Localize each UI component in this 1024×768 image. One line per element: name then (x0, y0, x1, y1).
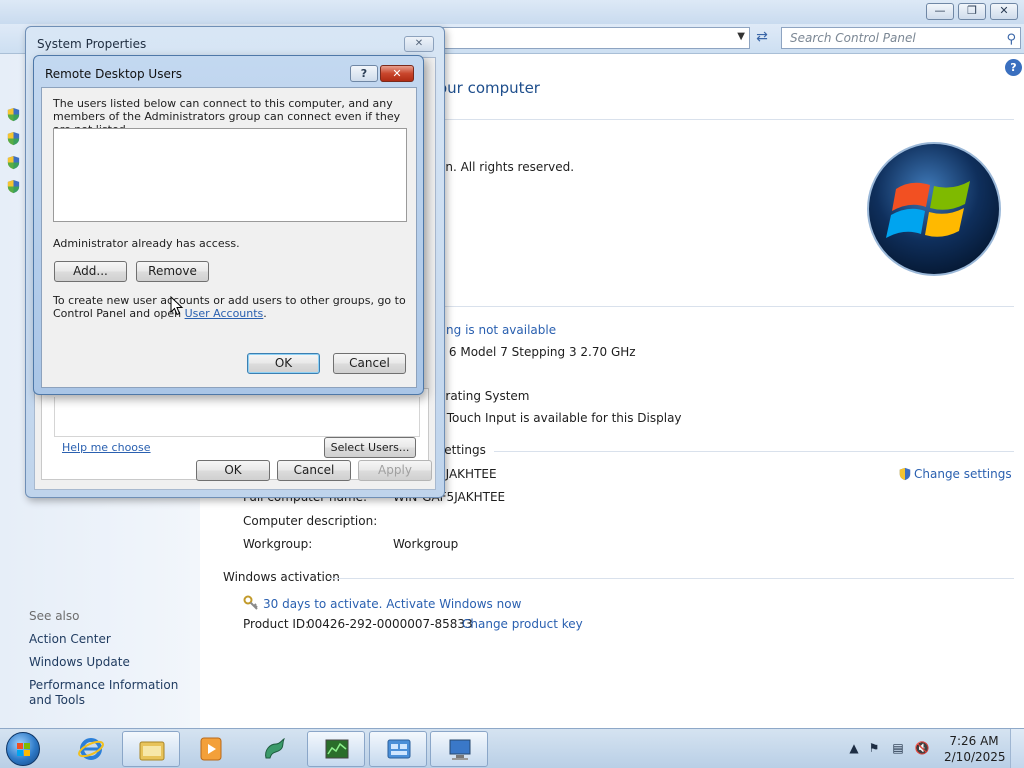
see-also-performance[interactable]: Performance Information and Tools (29, 678, 194, 708)
pen-touch-value: r Touch Input is available for this Disp… (438, 411, 682, 425)
change-settings-link[interactable]: Change settings (898, 467, 1012, 481)
clock-date[interactable]: 2/10/2025 (944, 750, 1006, 764)
close-button[interactable]: ✕ (990, 3, 1018, 20)
help-me-choose-link[interactable]: Help me choose (62, 441, 151, 454)
taskbar-explorer[interactable] (122, 731, 180, 767)
close-button[interactable]: ✕ (380, 65, 414, 82)
change-settings-label: Change settings (914, 467, 1012, 481)
clock-time[interactable]: 7:26 AM (947, 734, 1001, 748)
shield-icon (899, 467, 911, 481)
search-input[interactable]: Search Control Panel ⚲ (781, 27, 1021, 49)
apply-button[interactable]: Apply (358, 460, 432, 481)
task-manager-icon (325, 739, 349, 759)
rating-link[interactable]: ting is not available (438, 323, 556, 337)
dragon-app-icon (265, 737, 285, 759)
system-type-value: erating System (438, 389, 530, 403)
show-hidden-icons-chevron-icon[interactable]: ▲ (846, 741, 862, 757)
shield-icon (7, 107, 20, 122)
windows-activation-heading: Windows activation (223, 570, 340, 584)
media-player-icon (200, 737, 222, 761)
activate-label: 30 days to activate. Activate Windows no… (263, 597, 522, 611)
activate-windows-link[interactable]: 30 days to activate. Activate Windows no… (243, 595, 521, 611)
action-center-flag-icon[interactable]: ⚑ (866, 741, 882, 757)
see-also-windows-update[interactable]: Windows Update (29, 655, 130, 670)
minimize-button[interactable]: — (926, 3, 954, 20)
dialog-title: System Properties (37, 37, 147, 51)
computer-description-label: Computer description: (243, 514, 378, 528)
workgroup-label: Workgroup: (243, 537, 313, 551)
help-button[interactable]: ? (350, 65, 378, 82)
computer-name-section-heading: settings (438, 443, 486, 457)
network-icon[interactable]: ▤ (890, 741, 906, 757)
admin-access-note: Administrator already has access. (53, 237, 240, 250)
shield-icon (7, 155, 20, 170)
taskbar-system-properties[interactable] (430, 731, 488, 767)
select-users-button[interactable]: Select Users... (324, 437, 416, 458)
user-accounts-link[interactable]: User Accounts (185, 307, 264, 320)
search-placeholder: Search Control Panel (790, 31, 916, 45)
control-panel-titlebar: — ❐ ✕ (0, 0, 1024, 24)
user-accounts-info: To create new user accounts or add users… (53, 294, 413, 320)
change-product-key-link[interactable]: Change product key (462, 617, 583, 631)
divider (330, 578, 1014, 579)
ok-button[interactable]: OK (196, 460, 270, 481)
windows-logo-icon (867, 142, 1001, 276)
volume-muted-icon[interactable]: 🔇 (914, 741, 930, 757)
remote-desktop-groupbox (54, 397, 420, 437)
taskbar: ▲ ⚑ ▤ 🔇 7:26 AM 2/10/2025 (0, 728, 1024, 768)
shield-icon (7, 131, 20, 146)
taskbar-app-green[interactable] (245, 731, 303, 767)
windows-flag-icon (17, 743, 30, 756)
mouse-cursor-icon (170, 296, 184, 316)
ok-button[interactable]: OK (247, 353, 320, 374)
show-desktop-button[interactable] (1010, 729, 1024, 768)
dialog-title: Remote Desktop Users (45, 67, 183, 81)
key-icon (243, 595, 258, 610)
divider (430, 119, 1014, 120)
shield-icon (7, 179, 20, 194)
taskbar-internet-explorer[interactable] (62, 731, 120, 767)
computer-icon (449, 739, 471, 760)
close-button[interactable]: ✕ (404, 36, 434, 52)
folder-icon (139, 741, 165, 761)
taskbar-media-player[interactable] (182, 731, 240, 767)
control-panel-icon (387, 739, 411, 759)
info-suffix: . (263, 307, 267, 320)
chevron-down-icon[interactable]: ▼ (737, 31, 745, 42)
cancel-button[interactable]: Cancel (277, 460, 351, 481)
see-also-action-center[interactable]: Action Center (29, 632, 111, 647)
divider (494, 451, 1014, 452)
see-also-heading: See also (29, 609, 80, 623)
internet-explorer-icon (78, 738, 104, 760)
product-id-label: Product ID: (243, 617, 310, 631)
users-listbox[interactable] (53, 128, 407, 222)
remove-button[interactable]: Remove (136, 261, 209, 282)
workgroup-value: Workgroup (393, 537, 459, 551)
start-button[interactable] (6, 732, 40, 766)
page-title: our computer (438, 79, 540, 97)
divider (430, 306, 1014, 307)
processor-value: y 6 Model 7 Stepping 3 2.70 GHz (438, 345, 636, 359)
computer-name-value: 5JAKHTEE (438, 467, 497, 481)
dialog-body: The users listed below can connect to th… (41, 87, 417, 388)
copyright-text: on. All rights reserved. (438, 160, 575, 174)
search-icon[interactable]: ⚲ (1006, 30, 1016, 50)
taskbar-control-panel[interactable] (369, 731, 427, 767)
remote-desktop-users-dialog: Remote Desktop Users ? ✕ The users liste… (33, 55, 424, 395)
address-field[interactable]: ▼ (440, 27, 750, 49)
cancel-button[interactable]: Cancel (333, 353, 406, 374)
product-id-value: 00426-292-0000007-85833 (307, 617, 473, 631)
restore-button[interactable]: ❐ (958, 3, 986, 20)
help-icon[interactable]: ? (1005, 59, 1022, 76)
add-button[interactable]: Add... (54, 261, 127, 282)
refresh-icon[interactable]: ⇄ (752, 29, 772, 49)
taskbar-task-manager[interactable] (307, 731, 365, 767)
